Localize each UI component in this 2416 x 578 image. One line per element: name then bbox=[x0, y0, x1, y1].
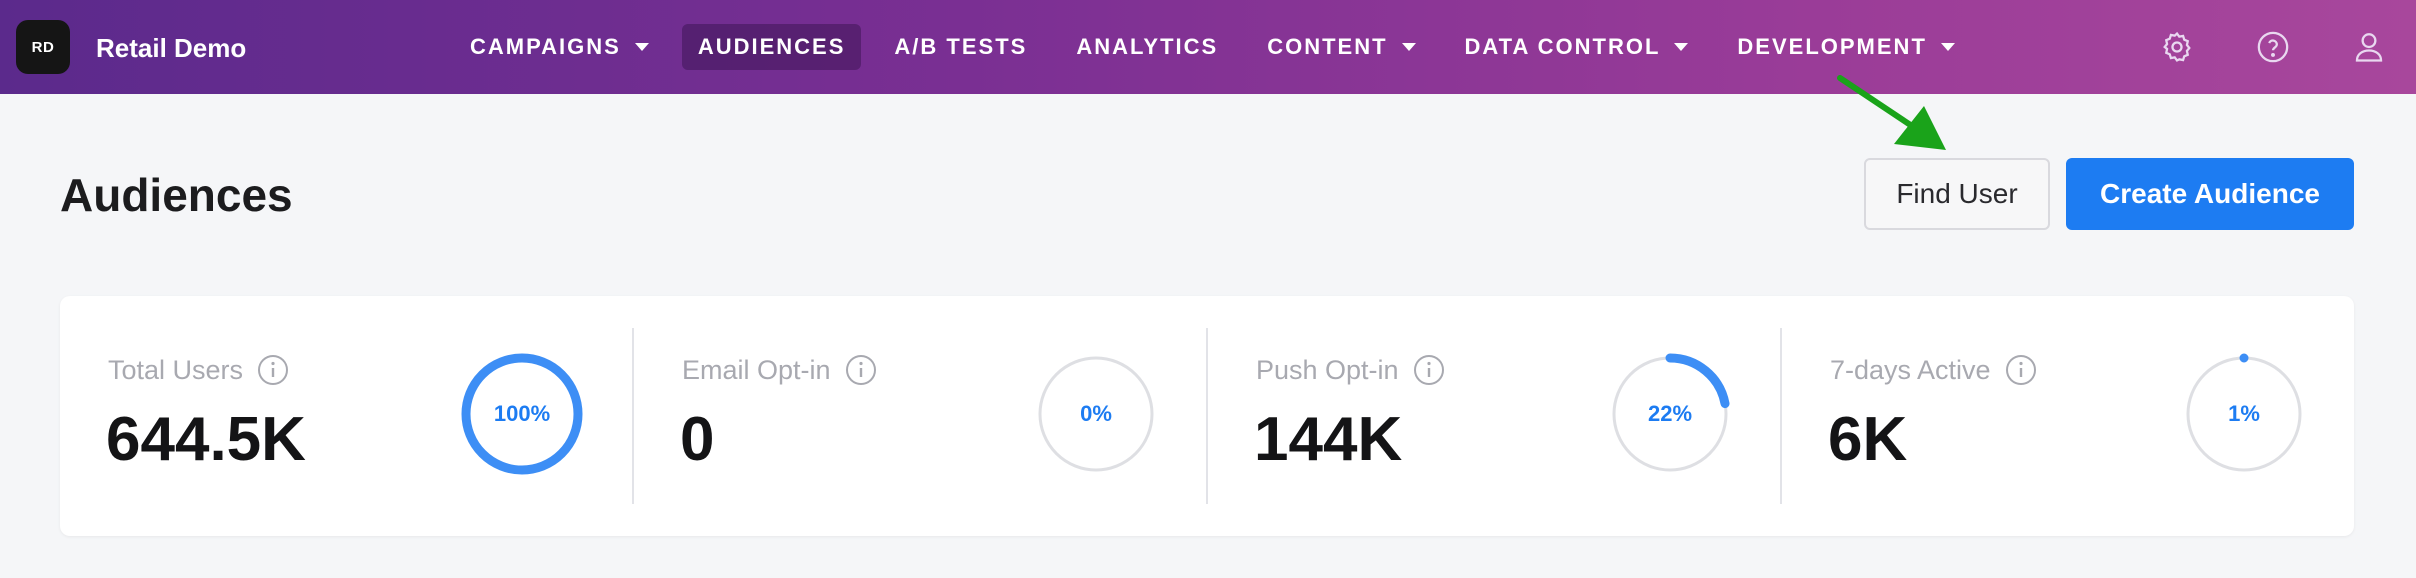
info-icon[interactable] bbox=[845, 354, 877, 386]
nav-label: AUDIENCES bbox=[697, 34, 846, 59]
gear-icon[interactable] bbox=[2156, 26, 2198, 68]
nav-label: DATA CONTROL bbox=[1464, 34, 1661, 59]
nav-audiences[interactable]: AUDIENCES bbox=[681, 24, 862, 70]
chevron-down-icon bbox=[1940, 43, 1955, 51]
create-audience-button[interactable]: Create Audience bbox=[2066, 158, 2354, 230]
info-icon[interactable] bbox=[2005, 354, 2037, 386]
nav-development[interactable]: DEVELOPMENT bbox=[1721, 24, 1970, 70]
page-title: Audiences bbox=[60, 169, 293, 221]
stat-label: Total Users bbox=[108, 354, 244, 385]
nav-label: DEVELOPMENT bbox=[1737, 34, 1927, 59]
stat-percent: 1% bbox=[2228, 401, 2260, 426]
stat-value: 144K bbox=[1254, 405, 1403, 474]
nav-label: ANALYTICS bbox=[1076, 34, 1219, 59]
nav-data-control[interactable]: DATA CONTROL bbox=[1449, 24, 1705, 70]
info-icon[interactable] bbox=[1413, 354, 1445, 386]
help-icon[interactable] bbox=[2252, 26, 2294, 68]
nav-ab-tests[interactable]: A/B TESTS bbox=[878, 24, 1043, 70]
stat-percent: 22% bbox=[1647, 401, 1693, 426]
stat-7-days-active: 7-days Active 6K 1% bbox=[1782, 296, 2356, 536]
user-icon[interactable] bbox=[2348, 26, 2390, 68]
top-navigation-bar: RD Retail Demo CAMPAIGNS AUDIENCES A/B T… bbox=[0, 0, 2416, 94]
stat-email-opt-in: Email Opt-in 0 0% bbox=[634, 296, 1208, 536]
stat-label: Push Opt-in bbox=[1256, 354, 1399, 385]
stat-label: 7-days Active bbox=[1830, 354, 1991, 385]
app-name[interactable]: Retail Demo bbox=[96, 33, 246, 64]
nav-label: CAMPAIGNS bbox=[470, 34, 621, 59]
stat-total-users: Total Users 644.5K 100% bbox=[60, 296, 634, 536]
stat-percent: 0% bbox=[1080, 401, 1112, 426]
nav-content[interactable]: CONTENT bbox=[1251, 24, 1431, 70]
nav-label: CONTENT bbox=[1267, 34, 1388, 59]
annotation-arrow-icon bbox=[1837, 75, 1946, 150]
chevron-down-icon bbox=[1401, 43, 1416, 51]
nav-campaigns[interactable]: CAMPAIGNS bbox=[454, 24, 665, 70]
stat-label: Email Opt-in bbox=[682, 354, 831, 385]
stat-push-opt-in: Push Opt-in 144K 22% bbox=[1208, 296, 1782, 536]
chevron-down-icon bbox=[634, 43, 649, 51]
stat-value: 0 bbox=[680, 405, 715, 474]
nav-label: A/B TESTS bbox=[894, 34, 1028, 59]
main-nav: CAMPAIGNS AUDIENCES A/B TESTS ANALYTICS … bbox=[454, 0, 1988, 94]
stat-percent: 100% bbox=[493, 401, 551, 426]
stats-card: Total Users 644.5K 100% Email Opt-in 0 0… bbox=[60, 296, 2354, 536]
chevron-down-icon bbox=[1674, 43, 1689, 51]
info-icon[interactable] bbox=[257, 354, 289, 386]
nav-analytics[interactable]: ANALYTICS bbox=[1060, 24, 1234, 70]
stat-value: 6K bbox=[1828, 405, 1908, 474]
app-badge[interactable]: RD bbox=[16, 20, 70, 74]
stat-value: 644.5K bbox=[106, 405, 306, 474]
find-user-button[interactable]: Find User bbox=[1864, 158, 2050, 230]
